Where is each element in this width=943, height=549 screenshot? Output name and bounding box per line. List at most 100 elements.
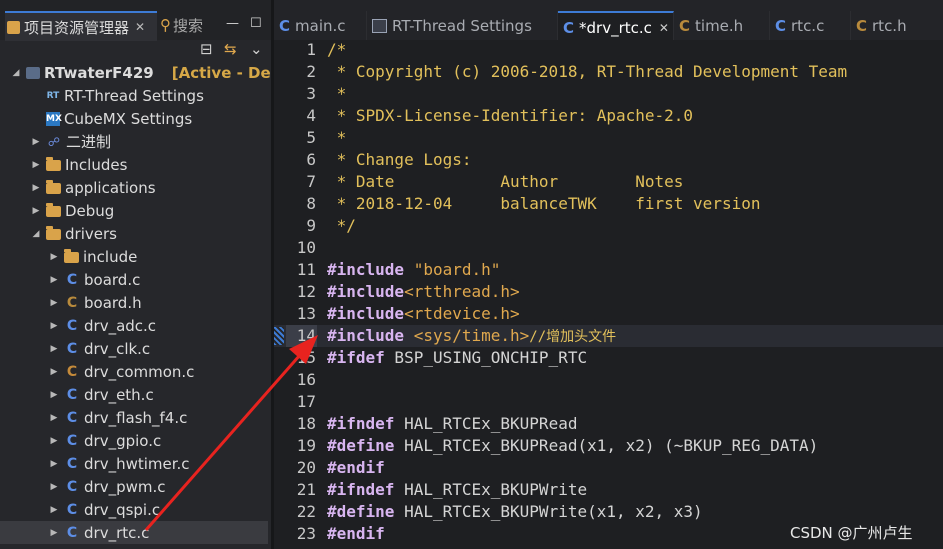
tree-item-applications[interactable]: ▶ applications (30, 176, 156, 199)
tree-item-drv-common[interactable]: ▶ C drv_common.c (48, 360, 195, 383)
tree-item-label: 二进制 (66, 133, 112, 151)
tab-search[interactable]: ⚲ 搜索 (160, 11, 203, 39)
preprocessor-keyword: #include (327, 282, 405, 301)
tree-item-drv-flash-f4[interactable]: ▶ C drv_flash_f4.c (48, 406, 188, 429)
collapse-all-icon[interactable]: ⊟ (200, 40, 213, 58)
collapsed-arrow-icon[interactable]: ▶ (48, 321, 60, 331)
tree-item-label: drv_hwtimer.c (84, 454, 190, 473)
tree-project-root[interactable]: ◢ RTwaterF429 [Active - Debu (10, 61, 293, 84)
preprocessor-keyword: #include (327, 304, 405, 323)
watermark: CSDN @广州卢生 (790, 524, 913, 542)
expanded-arrow-icon[interactable]: ◢ (30, 229, 42, 239)
tab-label: time.h (695, 16, 744, 35)
collapsed-arrow-icon[interactable]: ▶ (30, 137, 42, 147)
collapsed-arrow-icon[interactable]: ▶ (48, 344, 60, 354)
tree-item-drv-eth[interactable]: ▶ C drv_eth.c (48, 383, 154, 406)
tree-item-drivers[interactable]: ◢ drivers (30, 222, 117, 245)
tree-item-label: drivers (65, 224, 117, 243)
project-name: RTwaterF429 (44, 63, 154, 82)
code-identifier: BSP_USING_ONCHIP_RTC (384, 348, 588, 367)
collapsed-arrow-icon[interactable]: ▶ (48, 505, 60, 515)
tree-item-debug[interactable]: ▶ Debug (30, 199, 115, 222)
link-editor-icon[interactable]: ⇆ (224, 40, 237, 58)
minimize-button[interactable]: — (226, 16, 239, 31)
collapsed-arrow-icon[interactable]: ▶ (48, 459, 60, 469)
left-tab-bar: 项目资源管理器 ✕ ⚲ 搜索 — ☐ (0, 0, 271, 41)
code-identifier: HAL_RTCEx_BKUPRead (394, 414, 578, 433)
collapsed-arrow-icon[interactable]: ▶ (30, 160, 42, 170)
tab-label: RT-Thread Settings (392, 16, 532, 35)
expanded-arrow-icon[interactable]: ◢ (10, 68, 22, 78)
tab-rtc-c[interactable]: C rtc.c (770, 11, 851, 40)
tab-main-c[interactable]: C main.c (274, 11, 367, 40)
tree-item-board-c[interactable]: ▶ C board.c (48, 268, 141, 291)
collapsed-arrow-icon[interactable]: ▶ (48, 367, 60, 377)
collapsed-arrow-icon[interactable]: ▶ (48, 482, 60, 492)
view-menu-icon[interactable]: ⌄ (250, 40, 263, 58)
tab-project-explorer[interactable]: 项目资源管理器 ✕ (5, 11, 157, 41)
c-file-icon: C (563, 18, 575, 37)
project-explorer-icon (7, 20, 20, 34)
tree-item-drv-gpio[interactable]: ▶ C drv_gpio.c (48, 429, 162, 452)
tree-item-rt-thread-settings[interactable]: RT RT-Thread Settings (30, 84, 204, 107)
cubemx-icon: MX (46, 111, 62, 126)
tree-item-drv-pwm[interactable]: ▶ C drv_pwm.c (48, 475, 166, 498)
code-line: #endif (327, 458, 385, 477)
preprocessor-keyword: #define (327, 502, 395, 521)
collapsed-arrow-icon[interactable]: ▶ (30, 183, 42, 193)
c-file-icon: C (66, 432, 78, 449)
code-lines: /* * Copyright (c) 2006-2018, RT-Thread … (274, 40, 943, 549)
project-icon (26, 66, 40, 79)
tab-time-h[interactable]: C time.h (674, 11, 770, 40)
tree-item-label: Debug (65, 201, 115, 220)
tab-label: rtc.h (872, 16, 907, 35)
code-identifier: HAL_RTCEx_BKUPWrite (394, 480, 588, 499)
tree-item-label: drv_clk.c (84, 339, 151, 358)
tree-item-label: drv_gpio.c (84, 431, 162, 450)
code-line: #ifndef HAL_RTCEx_BKUPWrite (327, 480, 587, 499)
tab-rtc-h[interactable]: C rtc.h (851, 11, 943, 40)
tree-item-label: board.h (84, 293, 142, 312)
tree-item-include[interactable]: ▶ include (48, 245, 138, 268)
maximize-button[interactable]: ☐ (250, 16, 262, 31)
code-line: */ (327, 216, 356, 235)
tree-item-drv-qspi[interactable]: ▶ C drv_qspi.c (48, 498, 161, 521)
tree-item-label: RT-Thread Settings (64, 86, 204, 105)
tree-item-drv-adc[interactable]: ▶ C drv_adc.c (48, 314, 157, 337)
collapsed-arrow-icon[interactable]: ▶ (48, 413, 60, 423)
h-file-icon: C (679, 16, 691, 35)
collapsed-arrow-icon[interactable]: ▶ (30, 206, 42, 216)
tab-rt-thread-settings[interactable]: RT-Thread Settings (367, 11, 558, 40)
folder-icon (64, 249, 79, 263)
tab-drv-rtc-c[interactable]: C *drv_rtc.c ✕ (558, 11, 674, 42)
tab-label: main.c (295, 16, 346, 35)
include-path: <rtthread.h> (404, 282, 520, 301)
folder-icon (46, 203, 61, 217)
collapsed-arrow-icon[interactable]: ▶ (48, 252, 60, 262)
collapsed-arrow-icon[interactable]: ▶ (48, 390, 60, 400)
collapsed-arrow-icon[interactable]: ▶ (48, 275, 60, 285)
tree-item-label: drv_pwm.c (84, 477, 166, 496)
preprocessor-keyword: #ifndef (327, 414, 395, 433)
tree-item-drv-clk[interactable]: ▶ C drv_clk.c (48, 337, 151, 360)
close-icon[interactable]: ✕ (659, 21, 669, 35)
code-line: * Change Logs: (327, 150, 472, 169)
collapsed-arrow-icon[interactable]: ▶ (48, 528, 60, 538)
collapsed-arrow-icon[interactable]: ▶ (48, 298, 60, 308)
tree-item-label: drv_adc.c (84, 316, 157, 335)
code-line: * SPDX-License-Identifier: Apache-2.0 (327, 106, 694, 125)
c-file-warning-icon: C (66, 363, 78, 380)
tree-item-drv-hwtimer[interactable]: ▶ C drv_hwtimer.c (48, 452, 190, 475)
close-icon[interactable]: ✕ (135, 20, 145, 34)
collapsed-arrow-icon[interactable]: ▶ (48, 436, 60, 446)
c-file-icon: C (775, 16, 787, 35)
tree-item-cubemx-settings[interactable]: MX CubeMX Settings (30, 107, 192, 130)
preprocessor-keyword: #endif (327, 458, 385, 477)
tree-item-board-h[interactable]: ▶ C board.h (48, 291, 142, 314)
tree-item-drv-rtc[interactable]: ▶ C drv_rtc.c (48, 521, 150, 544)
code-line: /* (327, 40, 347, 59)
preprocessor-keyword: #ifdef (327, 348, 385, 367)
tree-item-includes[interactable]: ▶ Includes (30, 153, 128, 176)
settings-file-icon (372, 18, 387, 33)
tree-item-binaries[interactable]: ▶ ☍ 二进制 (30, 130, 111, 153)
